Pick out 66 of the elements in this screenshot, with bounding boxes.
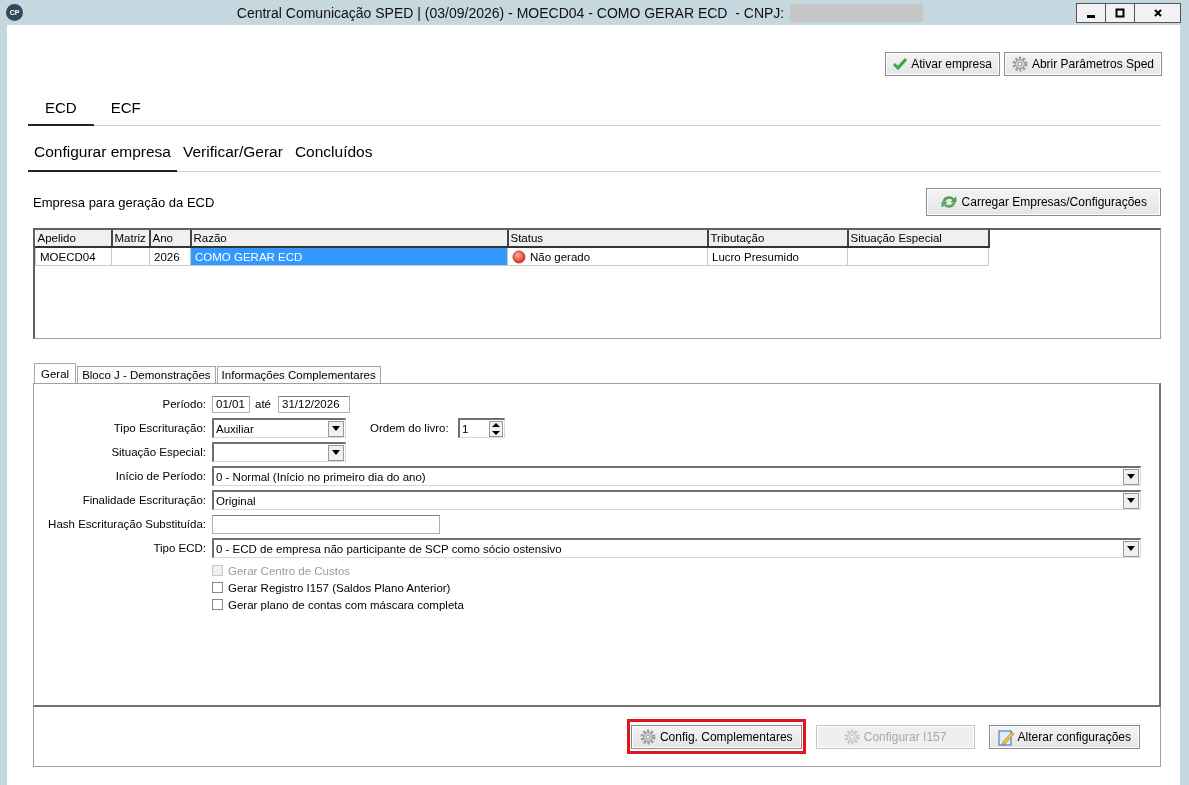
maximize-icon: [1115, 7, 1125, 18]
tab[interactable]: Verificar/Gerar: [177, 138, 289, 172]
field-label: Hash Escrituração Substituída:: [47, 518, 207, 530]
checkbox[interactable]: [212, 599, 223, 610]
status-text: Não gerado: [530, 250, 591, 263]
dropdown[interactable]: Original: [212, 490, 1141, 510]
checkbox-label[interactable]: Gerar Registro I157 (Saldos Plano Anterior): [228, 581, 451, 594]
footer-button[interactable]: Alterar configurações: [988, 725, 1140, 749]
table-cell[interactable]: Lucro Presumido: [707, 247, 848, 266]
table-cell[interactable]: MOECD04: [35, 247, 112, 266]
table-cell[interactable]: 2026: [149, 247, 191, 266]
section-title: Empresa para geração da ECD: [33, 194, 215, 210]
field-label: Período:: [161, 398, 207, 410]
column-header[interactable]: Razão: [190, 230, 508, 247]
tab[interactable]: Bloco J - Demonstrações: [77, 366, 216, 383]
tab[interactable]: ECD: [28, 92, 94, 126]
tab[interactable]: Geral: [34, 363, 77, 383]
toolbar-button[interactable]: Abrir Parâmetros Sped: [1003, 52, 1162, 76]
column-header[interactable]: Situação Especial: [847, 230, 989, 247]
spinner-arrows-icon[interactable]: [489, 420, 503, 437]
gear-icon: [843, 729, 860, 745]
column-header[interactable]: Status: [507, 230, 708, 247]
checkbox[interactable]: [212, 582, 223, 593]
text-field[interactable]: [212, 514, 440, 534]
edit-icon: [997, 728, 1014, 746]
dropdown[interactable]: [212, 442, 346, 462]
table-cell[interactable]: [111, 247, 150, 266]
table-cell[interactable]: Não gerado: [507, 247, 708, 266]
column-header[interactable]: Apelido: [35, 230, 112, 247]
minimize-button[interactable]: [1076, 2, 1106, 23]
maximize-button[interactable]: [1105, 2, 1135, 23]
field-label: Finalidade Escrituração:: [81, 494, 207, 506]
tab[interactable]: Informações Complementares: [216, 366, 381, 383]
dropdown[interactable]: Auxiliar: [212, 418, 346, 438]
checkbox-label: Gerar Centro de Custos: [228, 564, 351, 577]
check-icon: [893, 58, 908, 70]
field-label: Tipo Escrituração:: [112, 422, 207, 434]
gear-icon: [1011, 56, 1028, 72]
footer-button[interactable]: Config. Complementares: [630, 725, 802, 749]
close-button[interactable]: [1134, 2, 1181, 23]
column-header[interactable]: Ano: [149, 230, 191, 247]
refresh-icon: [939, 194, 958, 210]
toolbar-button[interactable]: Ativar empresa: [885, 52, 1000, 76]
window-title: Central Comunicação SPED | (03/09/2026) - MOECD04 - COMO GERAR ECD - CNPJ:: [236, 4, 785, 21]
status-dot-icon: [512, 249, 526, 264]
load-button[interactable]: Carregar Empresas/Configurações: [925, 188, 1161, 216]
column-header[interactable]: Tributação: [707, 230, 848, 247]
number-spinner[interactable]: 1: [458, 418, 505, 438]
column-header[interactable]: Matriz: [111, 230, 150, 247]
gear-icon: [639, 729, 656, 745]
dropdown[interactable]: 0 - ECD de empresa não participante de SCP como sócio ostensivo: [212, 538, 1141, 558]
dropdown[interactable]: 0 - Normal (Início no primeiro dia do ano): [212, 466, 1141, 486]
field-label: Tipo ECD:: [152, 542, 207, 554]
field-label: Início de Período:: [114, 470, 207, 482]
checkbox-label[interactable]: Gerar plano de contas com máscara completa: [228, 598, 464, 611]
tab[interactable]: Concluídos: [288, 138, 379, 172]
table-cell[interactable]: [847, 247, 989, 266]
date-field[interactable]: 01/01: [212, 395, 250, 413]
field-label: Ordem do livro:: [370, 422, 450, 434]
minimize-icon: [1087, 14, 1095, 18]
field-label: Situação Especial:: [110, 446, 207, 458]
tab[interactable]: Configurar empresa: [28, 138, 177, 172]
close-icon: [1152, 7, 1163, 18]
range-label: até: [255, 398, 271, 410]
tab[interactable]: ECF: [93, 92, 158, 126]
date-field[interactable]: 31/12/2026: [278, 395, 350, 413]
